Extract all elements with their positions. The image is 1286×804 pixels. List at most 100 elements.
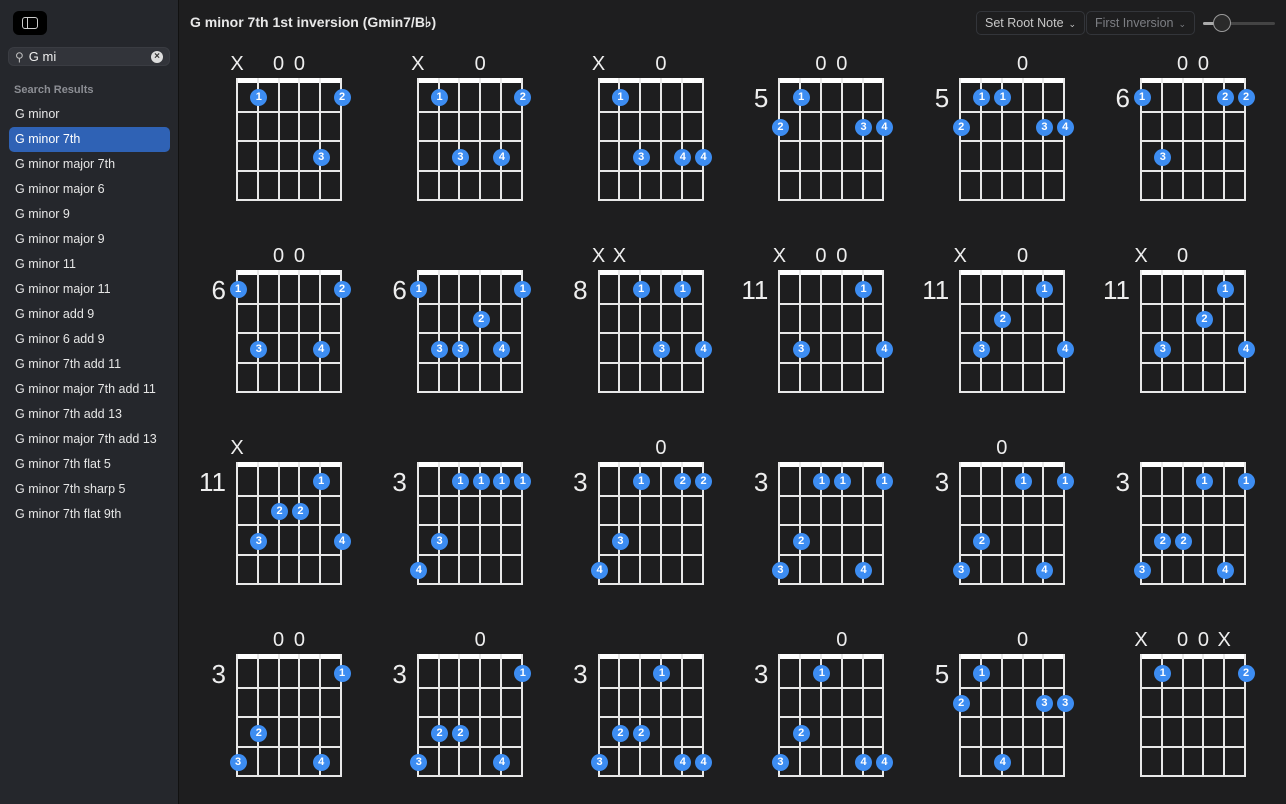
chord-diagram[interactable]: 3111134 [392,462,532,586]
fret-line [778,332,884,335]
finger-dot: 2 [973,532,991,550]
chord-diagram[interactable]: X 0 11 1 2 3 4 [922,245,1074,394]
finger-dot: 4 [493,148,511,166]
finger-dot: 1 [1056,473,1074,491]
sidebar-item[interactable]: G minor major 6 [9,177,170,202]
sidebar-item[interactable]: G minor major 9 [9,227,170,252]
nut [416,462,522,467]
finger-dot: 3 [1154,340,1172,358]
chord-diagram[interactable]: 00 5 12 34 [754,53,893,202]
finger-dot: 1 [632,281,650,299]
chord-diagram[interactable]: 0312344 [754,629,893,778]
slider-knob[interactable] [1213,14,1231,32]
string-marker: 0 [474,629,486,651]
fret-line [597,494,703,497]
finger-dot: 3 [771,754,789,772]
fret-line [416,361,522,364]
sidebar-item[interactable]: G minor 7th flat 5 [9,452,170,477]
finger-dot: 1 [229,281,247,299]
sidebar-item[interactable]: G minor 7th [9,127,170,152]
fret-line [416,686,522,689]
chord-diagram[interactable]: 0311234 [935,437,1074,586]
string-marker: 0 [293,245,305,267]
sidebar-item[interactable]: G minor major 7th [9,152,170,177]
finger-dot: 1 [653,665,671,683]
finger-dot: 2 [674,473,692,491]
fret-line [1140,169,1245,172]
chord-diagram[interactable]: X 0 0 11 1 3 4 [741,245,893,394]
chord-diagram[interactable]: 3112234 [1116,462,1255,586]
fret-line [959,140,1065,143]
sidebar-item[interactable]: G minor 7th add 13 [9,402,170,427]
fret-line [597,302,703,305]
nut [597,270,703,275]
sidebar-item[interactable]: G minor major 7th add 11 [9,377,170,402]
zoom-slider[interactable] [1203,14,1275,32]
inversion-dropdown[interactable]: First Inversion ⌄ [1086,11,1196,35]
chord-diagram[interactable]: X00123 [230,53,351,202]
sidebar-item[interactable]: G minor 6 add 9 [9,327,170,352]
finger-dot: 3 [591,754,609,772]
fret-line [597,745,703,748]
chord-diagram[interactable]: X 0 1 3 44 [592,53,713,202]
chord-diagram[interactable]: 0312234 [392,629,532,778]
fret-line [778,583,884,586]
chord-diagram[interactable]: X00X12 [1134,629,1255,778]
sidebar-item[interactable]: G minor major 7th add 13 [9,427,170,452]
nut [236,78,341,83]
finger-dot: 4 [591,562,609,580]
fret-line [1140,716,1245,719]
sidebar-toggle-button[interactable] [13,11,47,35]
finger-dot: 2 [333,89,351,107]
chevron-down-icon: ⌄ [1178,19,1187,29]
sidebar-item[interactable]: G minor [9,102,170,127]
chord-diagram[interactable]: 3122344 [573,654,713,778]
chord-diagram[interactable]: X 11 1 2 2 3 4 [199,437,351,586]
search-field[interactable]: ⚲ × [8,47,170,66]
set-root-note-dropdown[interactable]: Set Root Note ⌄ [976,11,1086,35]
clear-search-icon[interactable]: × [151,51,163,63]
fret-line [959,524,1065,527]
chord-diagram[interactable]: 0511234 [935,53,1074,202]
sidebar-item[interactable]: G minor major 11 [9,277,170,302]
fret-line [959,745,1065,748]
string-marker: X [1134,629,1148,651]
finger-dot: 2 [792,724,810,742]
page-title: G minor 7th 1st inversion (Gmin7/B♭) [190,14,437,30]
sidebar-item[interactable]: G minor 9 [9,202,170,227]
chord-diagram[interactable]: 0031234 [212,629,351,778]
finger-dot: 4 [1035,562,1053,580]
fret-line [416,332,522,335]
chord-diagram[interactable]: XX81134 [573,245,713,394]
fret-line [236,110,341,113]
dropdown-label: First Inversion [1095,16,1174,30]
sidebar-item[interactable]: G minor 7th flat 9th [9,502,170,527]
chord-diagram[interactable]: 3111234 [754,462,893,586]
fret-line [778,169,884,172]
sidebar-item[interactable]: G minor add 9 [9,302,170,327]
section-label: Search Results [14,84,94,96]
search-input[interactable] [28,49,139,64]
sidebar-item[interactable]: G minor 7th sharp 5 [9,477,170,502]
fret-line [1140,686,1245,689]
chord-diagram[interactable]: 0 5 12 33 4 [935,629,1074,778]
finger-dot: 2 [792,532,810,550]
finger-dot: 3 [653,340,671,358]
chord-diagram[interactable]: X 0 11 1 2 3 4 [1103,245,1255,394]
chord-diagram[interactable]: 6112334 [392,270,532,394]
string-marker: 0 [836,245,848,267]
string-marker: 0 [836,629,848,651]
nut [959,78,1065,83]
finger-dot: 1 [1015,473,1033,491]
chord-diagram[interactable]: 00 61 2 3 4 [212,245,351,394]
finger-dot: 3 [431,532,449,550]
fret-position-label: 11 [741,275,769,305]
chord-diagram[interactable]: 00 61 22 3 [1116,53,1255,202]
sidebar-item[interactable]: G minor 11 [9,252,170,277]
chord-diagram[interactable]: 0312234 [573,437,713,586]
fret-line [597,110,703,113]
fret-line [597,199,703,202]
sidebar-item[interactable]: G minor 7th add 11 [9,352,170,377]
fret-line [778,361,884,364]
chord-diagram[interactable]: X 0 1 2 3 4 [411,53,532,202]
